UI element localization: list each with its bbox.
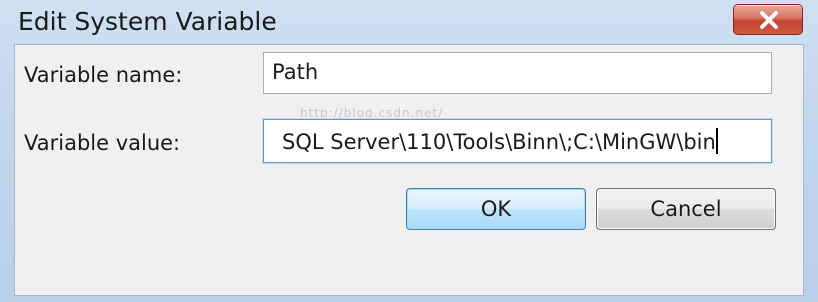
edit-system-variable-dialog: Edit System Variable Variable name: Path… [0, 0, 818, 302]
variable-name-text: Path [272, 60, 319, 84]
ok-button[interactable]: OK [406, 188, 586, 230]
variable-value-field[interactable]: SQL Server\110\Tools\Binn\;C:\MinGW\bin [263, 119, 772, 163]
title-bar[interactable]: Edit System Variable [0, 0, 818, 44]
variable-value-label: Variable value: [24, 131, 181, 155]
variable-value-text: SQL Server\110\Tools\Binn\;C:\MinGW\bin [282, 130, 716, 154]
text-caret [715, 128, 718, 154]
variable-name-field[interactable]: Path [263, 52, 772, 94]
watermark: http://blog.csdn.net/ [300, 106, 444, 120]
close-button[interactable] [733, 4, 803, 35]
window-title: Edit System Variable [18, 7, 277, 36]
close-icon [760, 11, 778, 29]
cancel-button[interactable]: Cancel [596, 188, 776, 230]
variable-name-label: Variable name: [24, 63, 183, 87]
